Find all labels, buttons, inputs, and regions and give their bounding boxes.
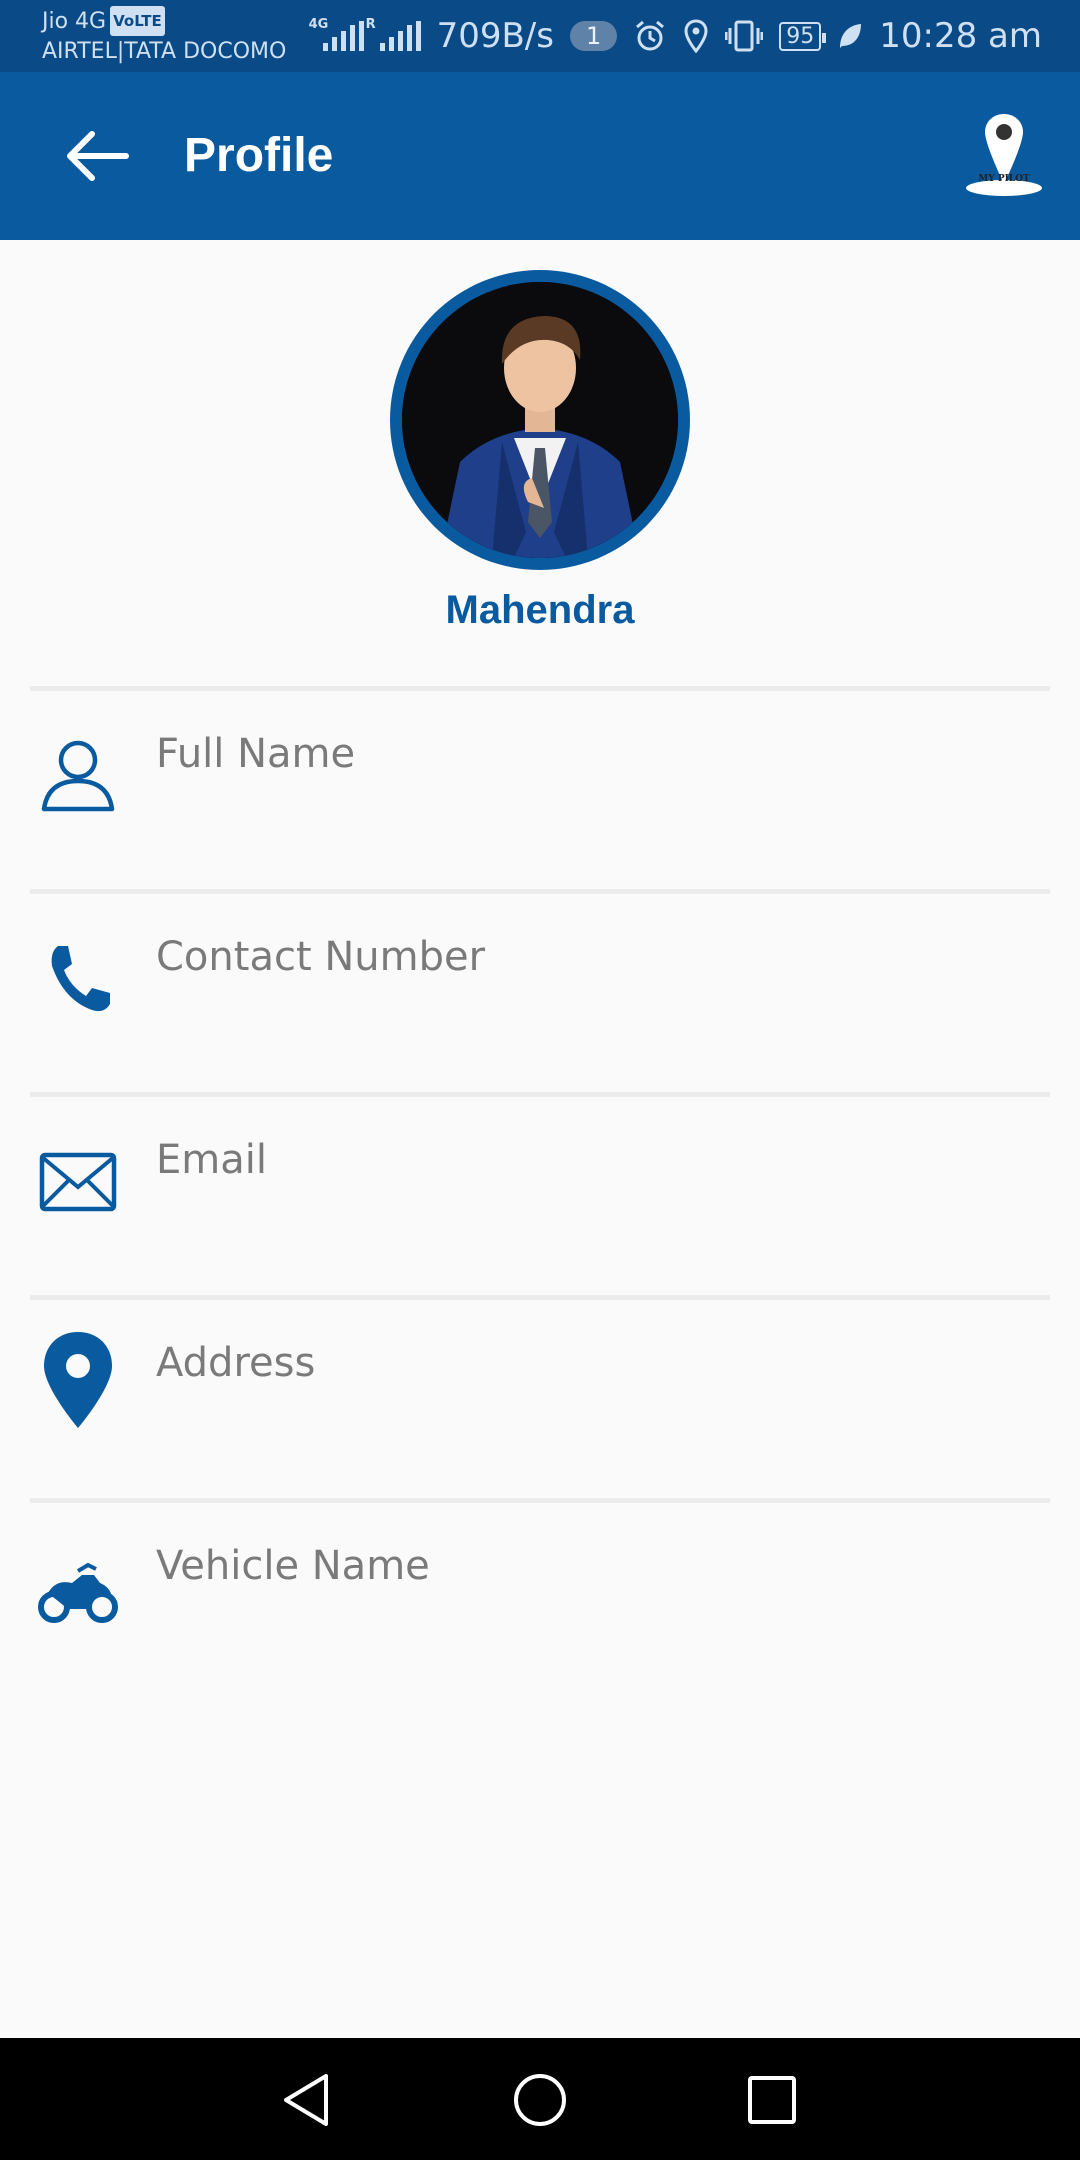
envelope-icon xyxy=(39,1152,117,1212)
recents-square-icon[interactable] xyxy=(740,2068,804,2132)
page-title: Profile xyxy=(184,129,334,182)
email-label: Email xyxy=(156,1137,267,1183)
signal-roaming-icon: R xyxy=(366,17,421,51)
vehicle-name-label: Vehicle Name xyxy=(156,1543,430,1589)
carrier-primary: Jio 4G xyxy=(42,9,107,34)
location-icon xyxy=(684,19,708,53)
status-bar: Jio 4G VoLTE AIRTEL|TATA DOCOMO 4G R 709B… xyxy=(0,0,1080,72)
vibrate-icon xyxy=(725,20,764,52)
email-field[interactable]: Email xyxy=(0,1097,1080,1293)
alarm-icon xyxy=(636,20,665,51)
home-circle-icon[interactable] xyxy=(508,2068,572,2132)
notification-count-badge: 1 xyxy=(569,21,618,51)
address-field[interactable]: Address xyxy=(0,1300,1080,1496)
full-name-label: Full Name xyxy=(156,731,356,777)
avatar[interactable] xyxy=(390,270,690,570)
full-name-field[interactable]: Full Name xyxy=(0,691,1080,887)
network-speed: 709B/s xyxy=(436,16,554,56)
system-nav-bar xyxy=(0,2038,1080,2160)
vehicle-name-field[interactable]: Vehicle Name xyxy=(0,1503,1080,1699)
location-pin-icon xyxy=(44,1332,112,1428)
address-label: Address xyxy=(156,1340,316,1386)
back-triangle-icon[interactable] xyxy=(276,2068,340,2132)
battery-icon: 95 xyxy=(779,21,827,51)
my-pilot-logo: MY PILOT xyxy=(966,114,1042,196)
clock: 10:28 am xyxy=(879,16,1042,56)
signal-4g-icon: 4G xyxy=(309,17,364,51)
arrow-left-icon[interactable] xyxy=(62,126,132,186)
profile-name: Mahendra xyxy=(445,588,635,632)
motorcycle-icon xyxy=(38,1562,118,1623)
contact-number-label: Contact Number xyxy=(156,934,486,980)
carrier-info: Jio 4G VoLTE AIRTEL|TATA DOCOMO xyxy=(42,6,286,67)
carrier-secondary: AIRTEL|TATA DOCOMO xyxy=(42,39,287,64)
svg-text:MY PILOT: MY PILOT xyxy=(978,174,1030,184)
app-bar: Profile MY PILOT xyxy=(0,72,1080,240)
avatar-photo xyxy=(402,282,678,558)
contact-number-field[interactable]: Contact Number xyxy=(0,894,1080,1090)
person-icon xyxy=(41,740,115,812)
phone-icon xyxy=(51,946,110,1012)
leaf-icon xyxy=(840,24,862,48)
volte-badge: VoLTE xyxy=(110,6,165,36)
